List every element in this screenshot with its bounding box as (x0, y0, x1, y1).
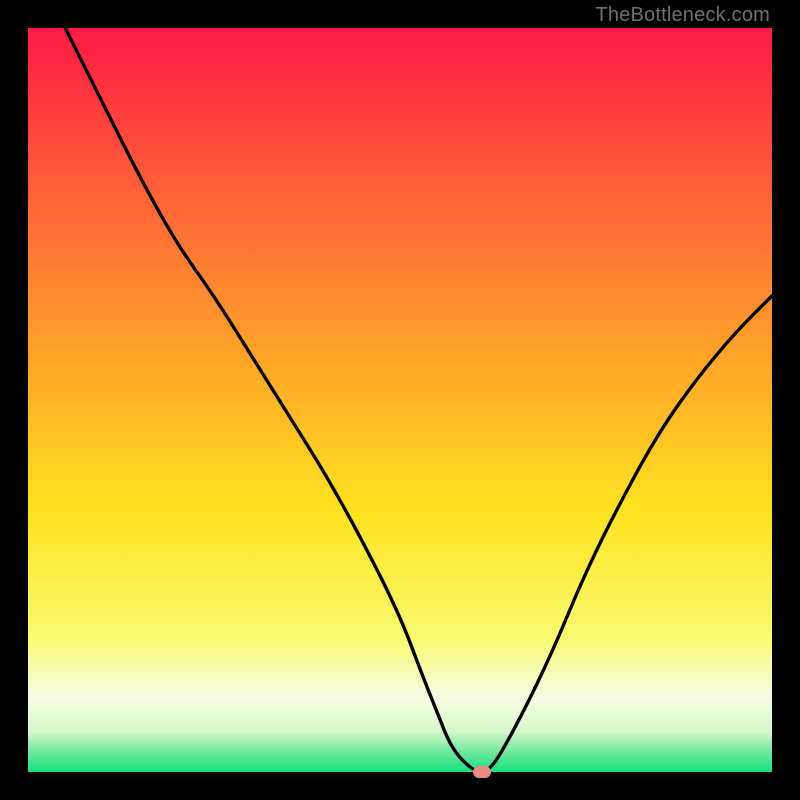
highlight-point (473, 766, 491, 778)
bottleneck-curve (28, 28, 772, 772)
watermark-text: TheBottleneck.com (595, 4, 770, 27)
chart-frame: TheBottleneck.com (0, 0, 800, 800)
plot-area (28, 28, 772, 772)
